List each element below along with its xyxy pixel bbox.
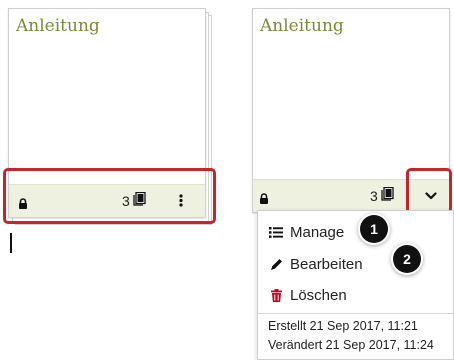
card-title: Anleitung — [16, 16, 100, 36]
lock-icon — [259, 191, 269, 209]
menu-item-edit[interactable]: Bearbeiten — [258, 249, 453, 279]
lock-icon — [18, 196, 28, 214]
card-footer: 3 — [253, 179, 449, 212]
callout-badge-1: 1 — [360, 215, 388, 243]
menu-item-label: Löschen — [290, 286, 347, 304]
card-title: Anleitung — [260, 16, 344, 36]
collection-card-right[interactable]: Anleitung 3 — [252, 8, 450, 213]
menu-item-label: Bearbeiten — [290, 255, 363, 273]
pencil-icon — [268, 258, 284, 271]
card-dropdown-menu: Manage Bearbeiten Löschen Erstellt 21 Se… — [257, 210, 454, 360]
callout-badge-2: 2 — [393, 245, 421, 273]
page-count-value: 3 — [122, 192, 130, 209]
pages-icon — [381, 186, 394, 204]
card-footer: 3 — [9, 184, 205, 217]
list-icon — [268, 226, 284, 238]
more-options-icon[interactable] — [179, 194, 183, 212]
created-date: Erstellt 21 Sep 2017, 11:21 — [268, 319, 418, 333]
page-count-value: 3 — [370, 187, 378, 204]
collection-card-left[interactable]: Anleitung 3 — [8, 8, 206, 218]
pages-icon — [133, 191, 146, 209]
text-cursor — [10, 233, 12, 253]
menu-item-delete[interactable]: Löschen — [258, 280, 453, 310]
menu-item-label: Manage — [290, 223, 345, 241]
trash-icon — [268, 288, 284, 302]
menu-item-manage[interactable]: Manage — [258, 217, 453, 247]
page-count: 3 — [370, 186, 394, 204]
modified-date: Verändert 21 Sep 2017, 11:24 — [268, 338, 434, 352]
page-count: 3 — [122, 191, 146, 209]
menu-divider — [258, 313, 453, 314]
chevron-down-icon[interactable] — [413, 180, 449, 212]
